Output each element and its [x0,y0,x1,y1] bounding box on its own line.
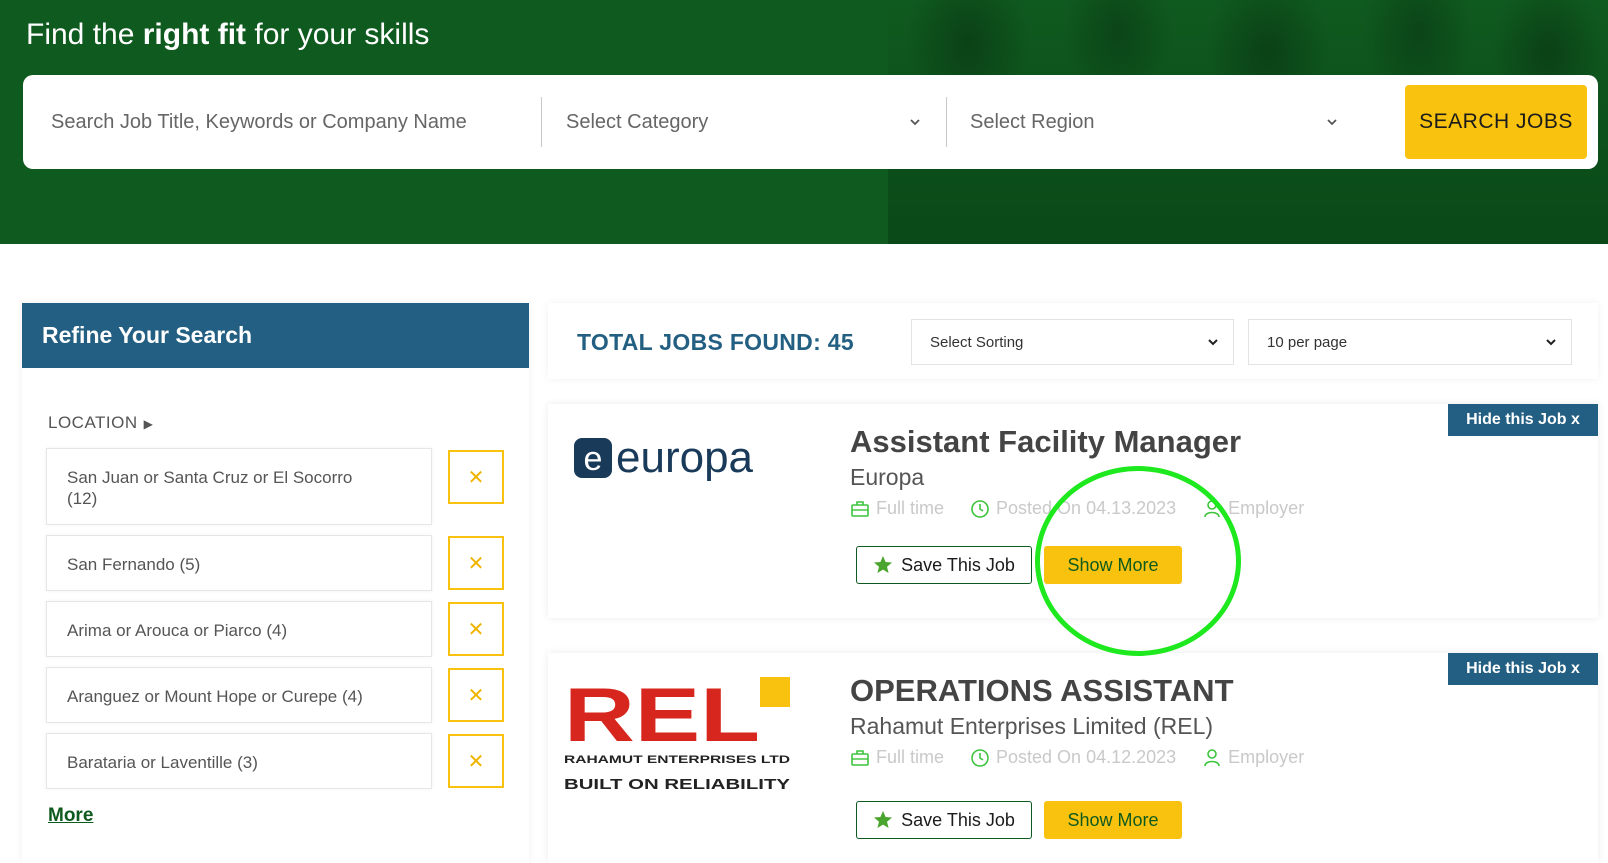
chevron-down-icon [1327,119,1337,126]
briefcase-icon [851,500,869,517]
category-select-label: Select Category [566,110,709,133]
close-icon: ✕ [467,618,485,641]
location-filter-item[interactable]: Arima or Arouca or Piarco (4) [46,601,432,657]
show-more-button[interactable]: Show More [1044,546,1182,584]
hide-job-button[interactable]: Hide this Job x [1448,653,1598,685]
save-job-button[interactable]: Save This Job [856,546,1032,584]
chevron-down-icon [910,119,920,126]
close-icon: ✕ [467,750,485,773]
triangle-right-icon: ▶ [143,417,154,431]
job-meta: Full time Posted On 04.13.2023 Employer [850,498,1304,519]
job-meta: Full time Posted On 04.12.2023 Employer [850,747,1304,768]
remove-location-button[interactable]: ✕ [448,602,504,656]
sorting-select[interactable]: Select Sorting [911,319,1234,365]
job-type: Full time [850,747,944,768]
region-select[interactable]: Select Region [970,103,1338,141]
more-locations-link[interactable]: More [48,805,93,827]
per-page-select[interactable]: 10 per page [1248,319,1572,365]
sidebar-title: Refine Your Search [22,303,529,368]
poster-type: Employer [1202,498,1304,519]
remove-location-button[interactable]: ✕ [448,668,504,722]
remove-location-button[interactable]: ✕ [448,734,504,788]
svg-text:e: e [584,440,603,478]
search-divider [946,97,947,147]
star-icon [874,811,893,828]
category-select[interactable]: Select Category [566,103,921,141]
search-bar: Select Category Select Region SEARCH JOB… [23,75,1598,169]
job-card: Hide this Job x e europa Assistant Facil… [548,404,1598,618]
clock-icon [971,748,989,767]
location-filter-item[interactable]: San Juan or Santa Cruz or El Socorro (12… [46,448,432,525]
user-icon [1204,499,1220,517]
posted-date: Posted On 04.12.2023 [970,747,1176,768]
refine-search-sidebar: Refine Your Search LOCATION ▶ San Juan or… [22,303,529,863]
location-filter-item[interactable]: San Fernando (5) [46,535,432,591]
company-logo: e europa [574,433,754,482]
company-logo: REL RAHAMUT ENTERPRISES LTD BUILT ON REL… [564,673,790,793]
svg-text:RAHAMUT ENTERPRISES LTD: RAHAMUT ENTERPRISES LTD [564,754,790,766]
results-header: TOTAL JOBS FOUND: 45 Select Sorting 10 p… [548,303,1598,379]
close-icon: ✕ [467,466,485,489]
posted-date: Posted On 04.13.2023 [970,498,1176,519]
location-filter-item[interactable]: Barataria or Laventille (3) [46,733,432,789]
show-more-button[interactable]: Show More [1044,801,1182,839]
job-title[interactable]: Assistant Facility Manager [850,424,1241,460]
close-icon: ✕ [467,684,485,707]
svg-text:REL: REL [564,673,760,758]
svg-text:BUILT ON RELIABILITY: BUILT ON RELIABILITY [564,776,790,793]
poster-type: Employer [1202,747,1304,768]
location-filter-toggle[interactable]: LOCATION ▶ [48,413,153,433]
remove-location-button[interactable]: ✕ [448,450,504,504]
star-icon [874,556,893,573]
company-name: Europa [850,464,925,490]
chevron-down-icon [1546,339,1556,346]
job-type: Full time [850,498,944,519]
total-jobs-count: TOTAL JOBS FOUND: 45 [577,329,854,355]
hide-job-button[interactable]: Hide this Job x [1448,404,1598,436]
close-icon: ✕ [467,552,485,575]
user-icon [1204,748,1220,766]
chevron-down-icon [1208,339,1218,346]
clock-icon [971,499,989,518]
hero-banner: Find the right fit for your skills Selec… [0,0,1608,244]
job-title[interactable]: OPERATIONS ASSISTANT [850,673,1234,709]
location-filter-item[interactable]: Aranguez or Mount Hope or Curepe (4) [46,667,432,723]
briefcase-icon [851,749,869,766]
hero-title: Find the right fit for your skills [26,18,430,51]
company-name: Rahamut Enterprises Limited (REL) [850,713,1214,739]
search-divider [541,97,542,147]
search-jobs-button[interactable]: SEARCH JOBS [1405,85,1587,159]
region-select-label: Select Region [970,110,1095,133]
save-job-button[interactable]: Save This Job [856,801,1032,839]
search-input[interactable] [51,103,541,141]
remove-location-button[interactable]: ✕ [448,536,504,590]
job-card: Hide this Job x REL RAHAMUT ENTERPRISES … [548,653,1598,863]
svg-text:europa: europa [616,433,754,482]
